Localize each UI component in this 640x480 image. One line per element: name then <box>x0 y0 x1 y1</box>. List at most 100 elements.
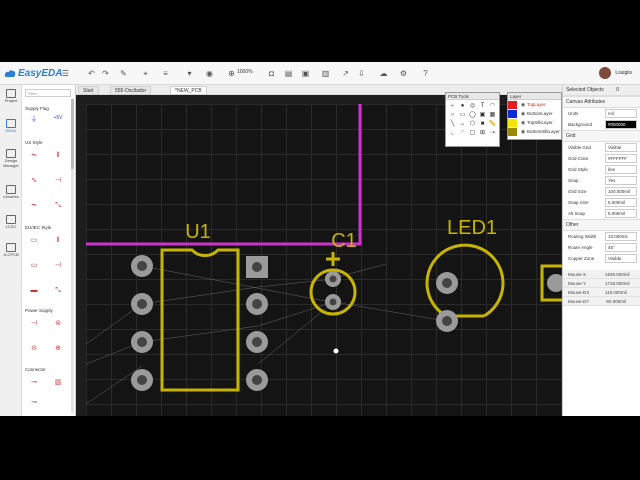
tab-new-pcb[interactable]: *NEW_PCB <box>170 86 207 95</box>
layer-color-bottomsilk[interactable] <box>508 127 517 136</box>
connect-pad-tool-icon[interactable]: ⇢ <box>488 129 497 137</box>
track-tool-icon[interactable]: ⌐ <box>448 102 457 110</box>
alt-snap-field[interactable]: 5.000mil <box>605 209 637 218</box>
library-scrollbar[interactable] <box>71 99 74 413</box>
circle-tool-icon[interactable]: ○ <box>448 111 457 119</box>
avatar[interactable] <box>599 67 612 79</box>
layer-color-topsilk[interactable] <box>508 118 517 127</box>
c1-footprint[interactable] <box>309 252 357 316</box>
eye-icon[interactable]: ◉ <box>519 102 527 108</box>
resistor-eu-icon[interactable]: ▭ <box>25 235 43 247</box>
arc-2-tool-icon[interactable]: ◜ <box>458 129 467 137</box>
other-section-header[interactable]: Other <box>563 219 640 231</box>
ac-source-icon[interactable]: ⊜ <box>49 318 67 330</box>
ground-symbol-icon[interactable]: ⏚ <box>25 114 43 126</box>
snap-select[interactable]: Yes <box>605 176 637 185</box>
terminal-connector-icon[interactable]: ▥ <box>49 377 67 389</box>
solid-region-tool-icon[interactable]: ■ <box>478 120 487 128</box>
line-tool-icon[interactable]: ╲ <box>448 120 457 128</box>
battery-icon[interactable]: ⊣ <box>25 318 43 330</box>
menu-icon[interactable]: ☰ <box>60 68 71 79</box>
share-icon[interactable]: ↗ <box>340 68 351 79</box>
layer-row-bottom[interactable]: ◉ BottomLayer <box>508 109 561 118</box>
nav-item-design-manager[interactable]: Design Manager <box>0 147 22 169</box>
background-color-field[interactable]: #000000 <box>605 120 637 129</box>
via-tool-icon[interactable]: ◎ <box>468 102 477 110</box>
pcb-drawing[interactable]: U1 C1 LED1 <box>86 104 562 416</box>
variable-resistor-icon[interactable]: ⤡ <box>49 200 67 212</box>
cutout-tool-icon[interactable]: ▢ <box>468 129 477 137</box>
inductor-icon[interactable]: ∿ <box>25 175 43 187</box>
polygon-tool-icon[interactable]: ⬡ <box>468 120 477 128</box>
nav-item-libraries[interactable]: Libraries <box>0 183 22 205</box>
dimension-tool-icon[interactable]: ↔ <box>458 120 467 128</box>
led1-footprint[interactable] <box>425 243 505 332</box>
pin-icon[interactable]: ⌖ <box>140 68 151 79</box>
u1-designator[interactable]: U1 <box>185 221 211 243</box>
pencil-icon[interactable]: ✎ <box>118 68 129 79</box>
category-power-supply[interactable]: Power Supply <box>25 308 53 313</box>
category-us-style[interactable]: US Style <box>25 140 43 145</box>
layer-name-bottomsilk[interactable]: BottomSilkLayer <box>527 129 560 134</box>
bom-icon[interactable]: ▤ <box>283 68 294 79</box>
partial-pad[interactable] <box>547 274 562 292</box>
layer-name-top[interactable]: TopLayer <box>527 102 546 107</box>
eye-icon[interactable]: ◉ <box>519 120 527 126</box>
u1-pads[interactable] <box>131 255 268 391</box>
measure-tool-icon[interactable]: 📏 <box>488 120 497 128</box>
layer-row-topsilk[interactable]: ◉ TopSilkLayer <box>508 118 561 127</box>
pcb-canvas[interactable]: U1 C1 LED1 <box>86 104 562 416</box>
text-tool-icon[interactable]: T <box>478 102 487 110</box>
cloud-icon[interactable]: ☁ <box>378 68 389 79</box>
grid-section-header[interactable]: Grid <box>563 130 640 142</box>
camera-icon[interactable]: ◘ <box>266 68 277 79</box>
layer-color-bottom[interactable] <box>508 109 517 118</box>
voltage-source-icon[interactable]: ⊝ <box>25 343 43 355</box>
zoom-level[interactable]: 1000% <box>237 69 253 75</box>
user-name[interactable]: Lsuigiis <box>615 70 632 76</box>
undo-icon[interactable]: ↶ <box>86 68 97 79</box>
category-eu-iec-style[interactable]: EU/IEC Style <box>25 225 51 230</box>
canvas-origin-tool-icon[interactable]: ⊞ <box>478 129 487 137</box>
eye-icon[interactable]: ◉ <box>519 129 527 135</box>
dropdown-icon[interactable]: ▾ <box>184 68 195 79</box>
resistor-us-icon[interactable]: ⏦ <box>25 150 43 162</box>
redo-icon[interactable]: ↷ <box>100 68 111 79</box>
layer-name-bottom[interactable]: BottomLayer <box>527 111 553 116</box>
nav-item-jlcpcb[interactable]: JLCPCB <box>0 241 22 263</box>
routing-width-field[interactable]: 10.000mil <box>605 232 637 241</box>
u1-footprint[interactable] <box>160 248 240 392</box>
current-source-icon[interactable]: ⊕ <box>49 343 67 355</box>
zoom-icon[interactable]: ⊕ <box>226 68 237 79</box>
nav-item-lcsc[interactable]: LCSC <box>0 213 22 235</box>
resistor-filled-icon[interactable]: ▬ <box>25 285 43 297</box>
hole-tool-icon[interactable]: ◯ <box>468 111 477 119</box>
category-supply-flag[interactable]: Supply Flag <box>25 106 49 111</box>
chart-icon[interactable]: ▥ <box>320 68 331 79</box>
layer-name-topsilk[interactable]: TopSilkLayer <box>527 120 553 125</box>
filter-input[interactable]: Filter <box>25 89 71 97</box>
grid-size-field[interactable]: 100.000mil <box>605 187 637 196</box>
corner-tool-icon[interactable]: ⌞ <box>448 129 457 137</box>
visible-grid-select[interactable]: Visible <box>605 143 637 152</box>
image-tool-icon[interactable]: ▣ <box>478 111 487 119</box>
category-connector[interactable]: Connector <box>25 367 46 372</box>
header-connector-icon[interactable]: ⊸ <box>25 377 43 389</box>
layer-row-top[interactable]: ◉ TopLayer <box>508 100 561 109</box>
pot-eu-icon[interactable]: ⤡ <box>49 285 67 297</box>
copper-zone-select[interactable]: Visible <box>605 254 637 263</box>
export-icon[interactable]: ⇩ <box>356 68 367 79</box>
led1-designator[interactable]: LED1 <box>447 217 497 239</box>
grid-style-select[interactable]: line <box>605 165 637 174</box>
scrollbar-thumb[interactable] <box>71 99 74 169</box>
pad-tool-icon[interactable]: ● <box>458 102 467 110</box>
nav-item-project[interactable]: Project <box>0 87 22 109</box>
tab-start[interactable]: Start <box>78 86 99 95</box>
nav-item-eelib[interactable]: EELib <box>0 117 22 139</box>
align-icon[interactable]: ≡ <box>160 68 171 79</box>
tab-555-oscilador[interactable]: 555-Oscilador <box>110 86 152 95</box>
cap-eu-2-icon[interactable]: ⊣ <box>49 260 67 272</box>
eye-view-icon[interactable]: ◉ <box>204 68 215 79</box>
potentiometer-icon[interactable]: ⏦ <box>25 200 43 212</box>
c1-designator[interactable]: C1 <box>331 230 357 252</box>
